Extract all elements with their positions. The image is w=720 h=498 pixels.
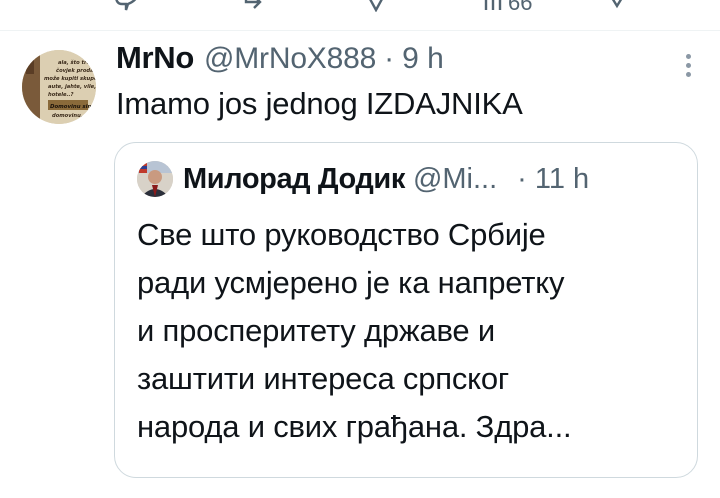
quote-header: Милорад Додик @Mi... · 11 h	[137, 161, 589, 197]
svg-text:može kupiti skupe: može kupiti skupe	[44, 75, 96, 82]
quote-text-line: и просперитету државе и	[137, 313, 496, 348]
svg-text:čovjek proda, d.: čovjek proda, d.	[56, 67, 96, 74]
like-icon[interactable]	[360, 0, 392, 12]
views-stat[interactable]: 66	[482, 0, 552, 12]
share-icon[interactable]	[602, 0, 632, 12]
views-count: 66	[508, 0, 532, 12]
quote-text-line: народа и свих грађана. Здра...	[137, 409, 572, 444]
svg-text:hotele..?: hotele..?	[48, 92, 74, 98]
top-action-bar: 66	[0, 0, 720, 12]
quote-text-line: Све што руководство Србије	[137, 217, 546, 252]
bookmark-icon[interactable]	[658, 0, 688, 12]
quote-tweet-card[interactable]: Милорад Додик @Mi... · 11 h Све што руко…	[114, 142, 698, 478]
quote-text: Све што руководство Србије ради усмјерен…	[137, 211, 685, 451]
tweet-header: MrNo @MrNoX888 · 9 h	[116, 40, 444, 80]
quote-timestamp: 11 h	[534, 162, 590, 195]
divider	[0, 30, 720, 31]
quote-text-line: заштити интереса српског	[137, 361, 510, 396]
svg-text:aute, jahte, vile,: aute, jahte, vile,	[48, 84, 96, 90]
quote-author-display-name: Милорад Додик	[183, 162, 405, 195]
quote-avatar	[137, 161, 173, 197]
svg-text:Domovinu sine: Domovinu sine	[50, 104, 95, 110]
quote-separator-dot: ·	[517, 162, 527, 195]
author-display-name[interactable]: MrNo	[116, 40, 194, 76]
quote-text-line: ради усмјерено је ка напретку	[137, 265, 565, 300]
reply-icon[interactable]	[112, 0, 142, 12]
quote-avatar-image	[137, 161, 173, 197]
avatar-image: ala, što treba čovjek proda, d. može kup…	[22, 50, 96, 124]
more-options-icon[interactable]	[684, 54, 692, 80]
retweet-icon[interactable]	[240, 0, 274, 12]
tweet-text: Imamo jos jednog IZDAJNIKA	[116, 86, 523, 121]
quote-author-handle: @Mi...	[412, 162, 498, 195]
svg-text:ala, što treba: ala, što treba	[58, 59, 96, 66]
tweet-timestamp[interactable]: 9 h	[402, 42, 444, 76]
separator-dot: ·	[384, 42, 395, 75]
avatar[interactable]: ala, što treba čovjek proda, d. može kup…	[22, 50, 96, 124]
views-icon: 66	[484, 0, 532, 12]
author-handle[interactable]: @MrNoX888	[204, 42, 376, 76]
svg-text:domovinu...: domovinu...	[52, 113, 87, 119]
